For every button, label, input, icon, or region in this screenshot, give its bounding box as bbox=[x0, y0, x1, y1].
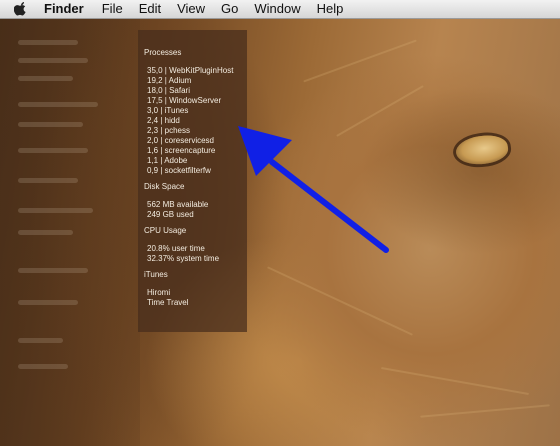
blue-arrow-icon bbox=[238, 126, 389, 253]
